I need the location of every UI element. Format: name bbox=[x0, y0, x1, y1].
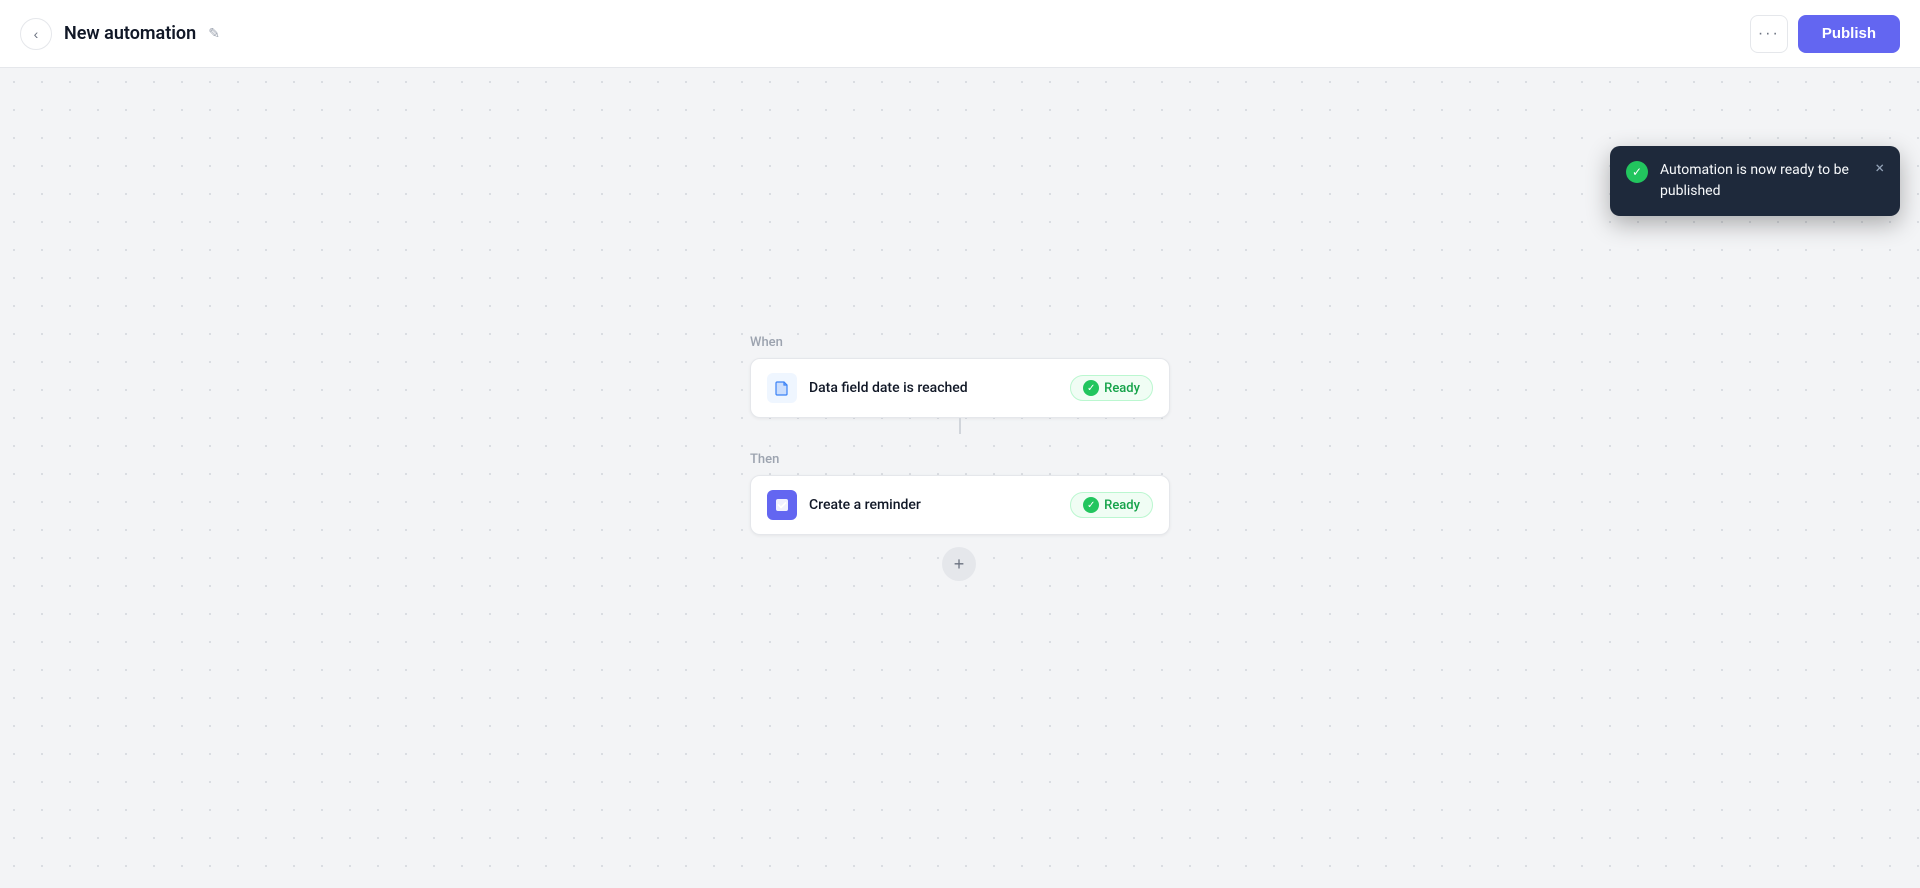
checkbox-icon bbox=[767, 490, 797, 520]
flow-container: When Data field date is reached ✓ Ready bbox=[750, 335, 1170, 581]
edit-icon[interactable]: ✎ bbox=[208, 26, 220, 42]
back-button[interactable]: ‹ bbox=[20, 18, 52, 50]
when-label: When bbox=[750, 335, 783, 350]
action-check-icon: ✓ bbox=[1083, 497, 1099, 513]
header-left: ‹ New automation ✎ bbox=[20, 18, 220, 50]
publish-button[interactable]: Publish bbox=[1798, 15, 1900, 53]
then-label: Then bbox=[750, 452, 779, 467]
trigger-card[interactable]: Data field date is reached ✓ Ready bbox=[750, 358, 1170, 418]
action-card[interactable]: Create a reminder ✓ Ready bbox=[750, 475, 1170, 535]
trigger-card-left: Data field date is reached bbox=[767, 373, 968, 403]
toast-close-button[interactable]: × bbox=[1875, 160, 1884, 176]
toast-notification: ✓ Automation is now ready to be publishe… bbox=[1610, 146, 1900, 216]
back-icon: ‹ bbox=[34, 26, 39, 42]
add-step-button[interactable]: + bbox=[942, 547, 976, 581]
more-icon: ··· bbox=[1758, 25, 1780, 43]
more-button[interactable]: ··· bbox=[1750, 15, 1788, 53]
document-icon bbox=[767, 373, 797, 403]
connector-line bbox=[959, 418, 961, 434]
header: ‹ New automation ✎ ··· Publish bbox=[0, 0, 1920, 68]
action-status: Ready bbox=[1104, 498, 1140, 513]
toast-success-icon: ✓ bbox=[1626, 161, 1648, 183]
toast-message: Automation is now ready to be published bbox=[1660, 160, 1863, 202]
trigger-status: Ready bbox=[1104, 381, 1140, 396]
action-text: Create a reminder bbox=[809, 497, 921, 513]
action-card-left: Create a reminder bbox=[767, 490, 921, 520]
trigger-check-icon: ✓ bbox=[1083, 380, 1099, 396]
canvas: When Data field date is reached ✓ Ready bbox=[0, 68, 1920, 888]
trigger-text: Data field date is reached bbox=[809, 380, 968, 396]
trigger-ready-badge: ✓ Ready bbox=[1070, 375, 1153, 401]
page-title: New automation bbox=[64, 23, 196, 44]
header-right: ··· Publish bbox=[1750, 15, 1900, 53]
action-ready-badge: ✓ Ready bbox=[1070, 492, 1153, 518]
